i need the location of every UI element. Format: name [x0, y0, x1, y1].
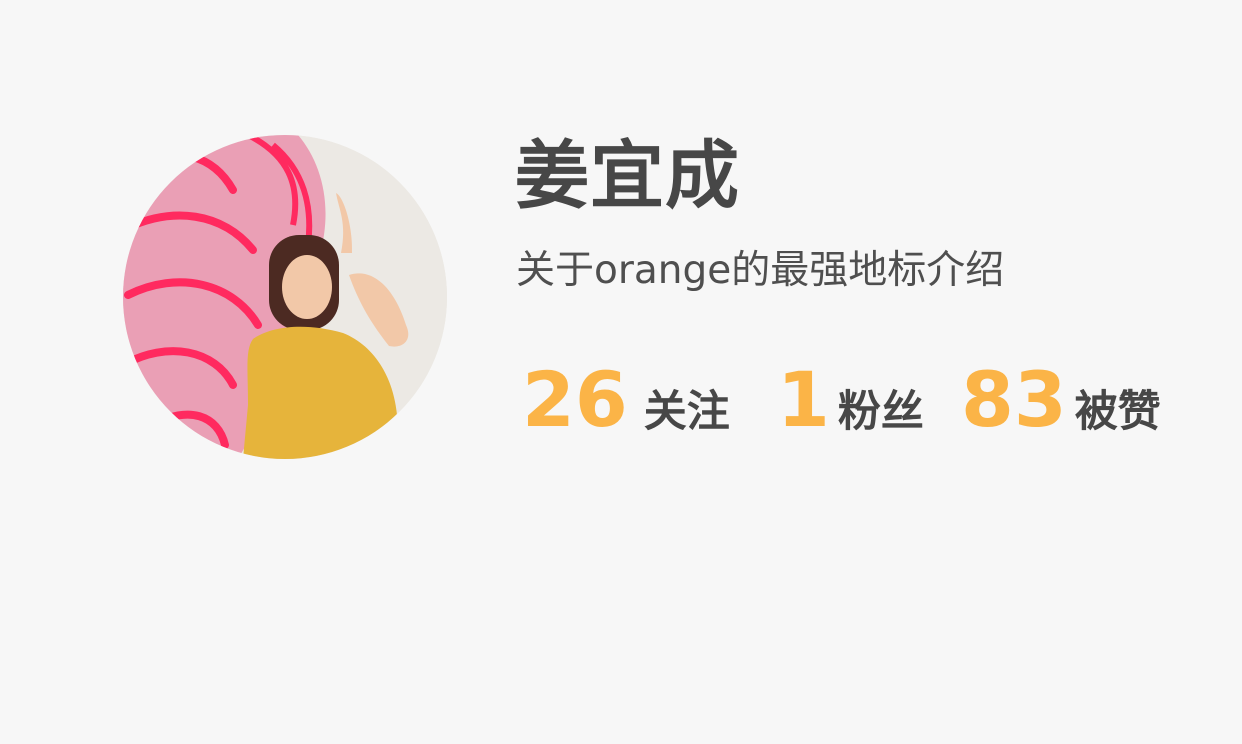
stat-following-count: 26	[522, 355, 628, 444]
stat-likes[interactable]: 83 被赞	[961, 362, 1161, 452]
stat-followers-label: 粉丝	[837, 387, 924, 437]
avatar[interactable]	[123, 135, 447, 459]
stat-followers-count: 1	[777, 355, 830, 444]
profile-card: 姜宜成 关于orange的最强地标介绍 26 关注 1 粉丝 83 被赞	[0, 0, 1242, 744]
stat-following[interactable]: 26 关注	[522, 362, 730, 452]
avatar-photo-icon	[123, 135, 447, 459]
stat-followers[interactable]: 1 粉丝	[777, 362, 924, 452]
stat-likes-label: 被赞	[1074, 387, 1161, 437]
profile-name: 姜宜成	[515, 133, 740, 219]
stat-following-label: 关注	[643, 387, 730, 437]
stat-likes-count: 83	[961, 355, 1067, 444]
profile-bio: 关于orange的最强地标介绍	[516, 248, 1005, 293]
